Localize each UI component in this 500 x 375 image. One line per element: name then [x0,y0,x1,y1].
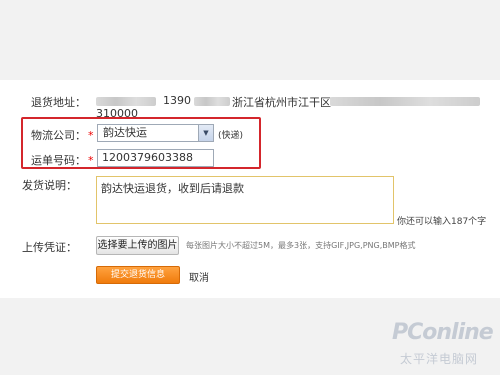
note-label: 发货说明： [22,179,77,192]
redacted-address [330,97,480,106]
return-phone: 1390 [163,94,191,107]
chevron-down-icon[interactable]: ▼ [198,125,213,141]
submit-return-button[interactable]: 提交退货信息 [96,266,180,284]
redacted-name [96,97,156,106]
watermark-sub: 太平洋电脑网 [400,352,479,366]
courier-selected-value: 韵达快运 [103,126,147,139]
upload-tip: 每张图片大小不超过5M，最多3张，支持GIF,JPG,PNG,BMP格式 [186,241,416,250]
required-mark: * [88,154,94,167]
courier-type-hint: (快递) [218,131,244,141]
redacted-phone [194,97,230,106]
tracking-label: 运单号码： * [31,154,94,167]
watermark-brand: PConline [392,320,494,345]
upload-image-button[interactable]: 选择要上传的图片 [96,236,179,255]
return-location: 浙江省杭州市江干区 [232,96,331,109]
courier-label: 物流公司： * [31,129,94,142]
cancel-link[interactable]: 取消 [189,269,209,284]
char-counter: 你还可以输入187个字 [397,217,487,227]
required-mark: * [88,129,94,142]
tracking-number-input[interactable]: 1200379603388 [97,149,214,167]
upload-label: 上传凭证： [22,241,77,254]
courier-select[interactable]: 韵达快运 ▼ [97,124,214,142]
pconline-watermark: PConline 太平洋电脑网 [386,320,498,372]
return-address-label: 退货地址： [31,96,86,109]
shipping-note-textarea[interactable]: 韵达快运退货，收到后请退款 [96,176,394,224]
